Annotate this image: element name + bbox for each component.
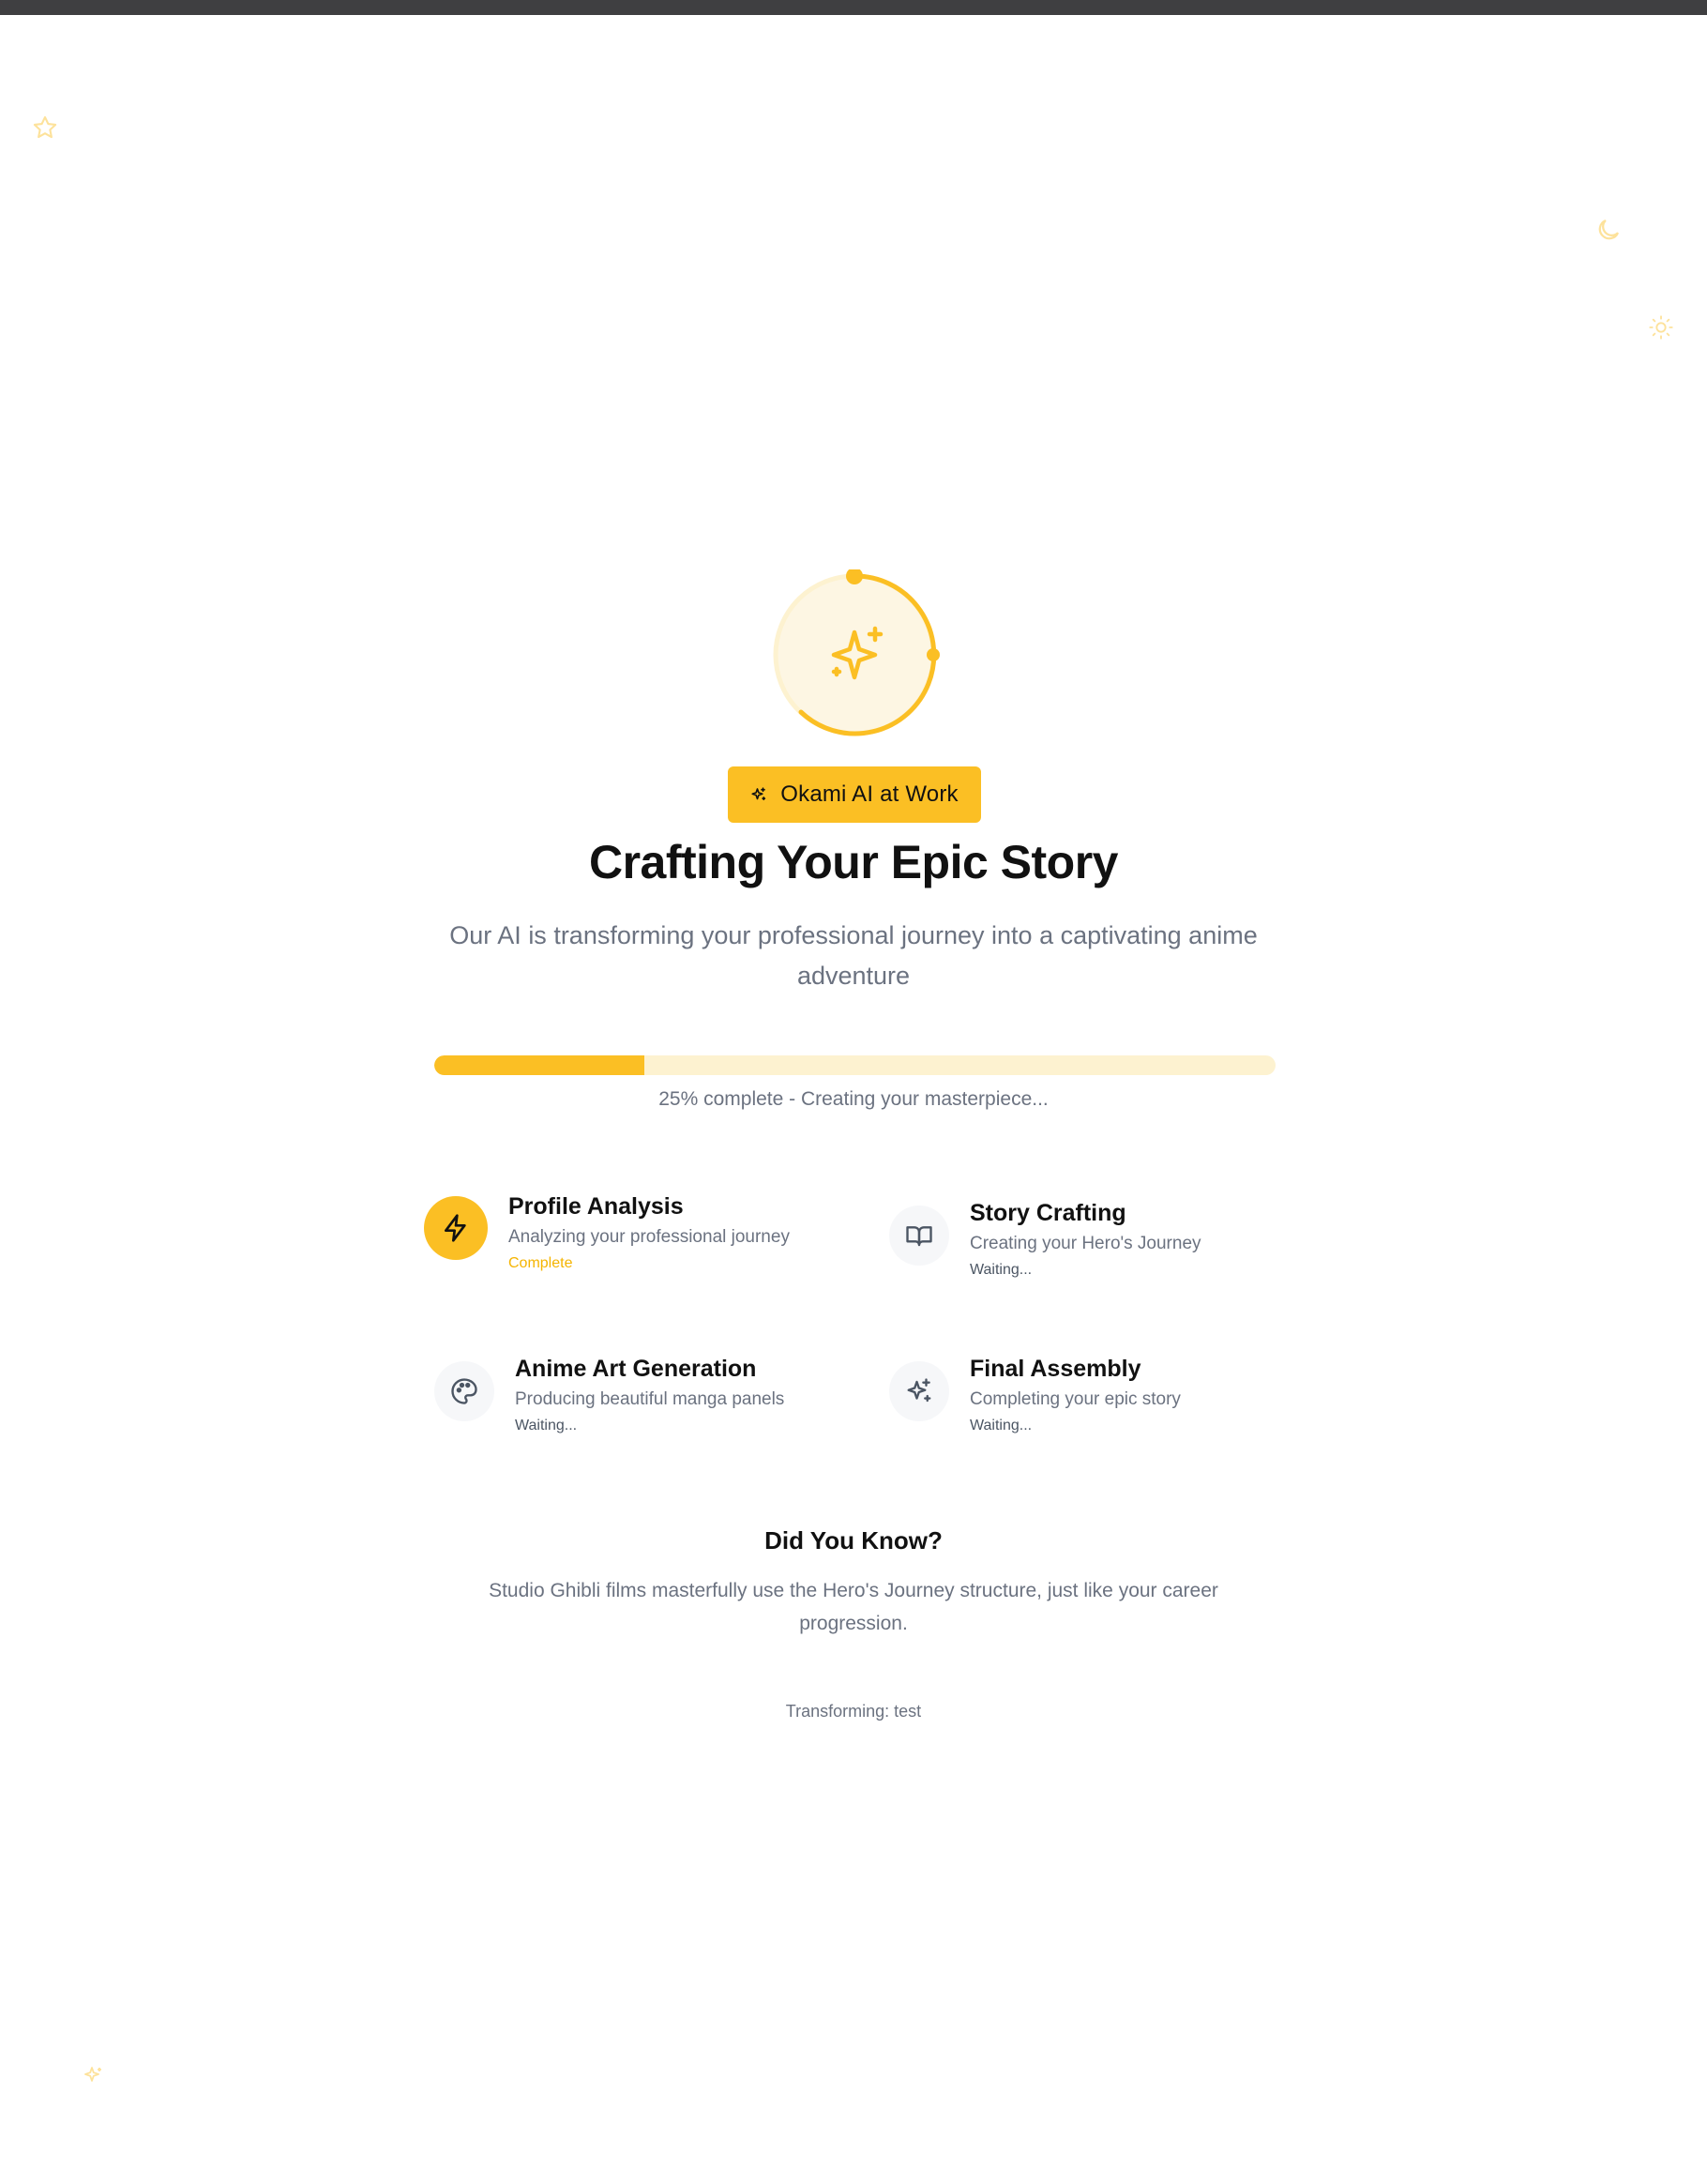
- step-title: Story Crafting: [970, 1200, 1126, 1226]
- star-icon: [33, 115, 57, 139]
- sparkles-icon: [907, 1378, 931, 1403]
- lightning-icon: [445, 1214, 466, 1242]
- step-final-assembly: Final Assembly Completing your epic stor…: [889, 1356, 1181, 1435]
- step-icon-container: [434, 1361, 494, 1421]
- step-story-crafting: Story Crafting Creating your Hero's Jour…: [889, 1200, 1201, 1280]
- step-icon-container: [889, 1206, 949, 1266]
- sparkles-icon: [751, 787, 766, 801]
- step-title: Anime Art Generation: [515, 1356, 757, 1382]
- page-subtitle: Our AI is transforming your professional…: [449, 921, 1258, 990]
- step-icon-container: [424, 1196, 488, 1260]
- step-description: Creating your Hero's Journey: [970, 1234, 1201, 1253]
- step-description: Completing your epic story: [970, 1389, 1181, 1409]
- progress-bar: [434, 1055, 1276, 1075]
- status-badge-label: Okami AI at Work: [780, 781, 959, 807]
- transforming-label: Transforming: test: [785, 1702, 922, 1721]
- did-you-know-text: Studio Ghibli films masterfully use the …: [489, 1580, 1218, 1634]
- step-profile-analysis: Profile Analysis Analyzing your professi…: [424, 1193, 790, 1273]
- status-badge: Okami AI at Work: [728, 766, 981, 823]
- browser-top-bar: [0, 0, 1707, 15]
- step-status: Waiting...: [970, 1262, 1033, 1278]
- progress-bar-fill: [434, 1055, 645, 1075]
- step-status: Waiting...: [970, 1418, 1033, 1433]
- progress-text: 25% complete - Creating your masterpiece…: [658, 1088, 1049, 1110]
- step-description: Producing beautiful manga panels: [515, 1389, 785, 1409]
- page-title: Crafting Your Epic Story: [588, 836, 1119, 888]
- step-status: Waiting...: [515, 1418, 578, 1433]
- did-you-know-title: Did You Know?: [764, 1526, 943, 1555]
- step-title: Final Assembly: [970, 1356, 1141, 1382]
- step-title: Profile Analysis: [508, 1193, 684, 1220]
- step-icon-container: [889, 1361, 949, 1421]
- step-anime-art-generation: Anime Art Generation Producing beautiful…: [434, 1356, 785, 1435]
- book-open-icon: [906, 1226, 932, 1247]
- loading-spinner: [773, 569, 940, 736]
- moon-icon: [1598, 219, 1620, 240]
- sun-icon: [1649, 315, 1673, 340]
- palette-icon: [451, 1378, 477, 1404]
- sparkles-icon: [84, 2067, 101, 2082]
- step-description: Analyzing your professional journey: [508, 1227, 790, 1247]
- step-status: Complete: [508, 1255, 573, 1271]
